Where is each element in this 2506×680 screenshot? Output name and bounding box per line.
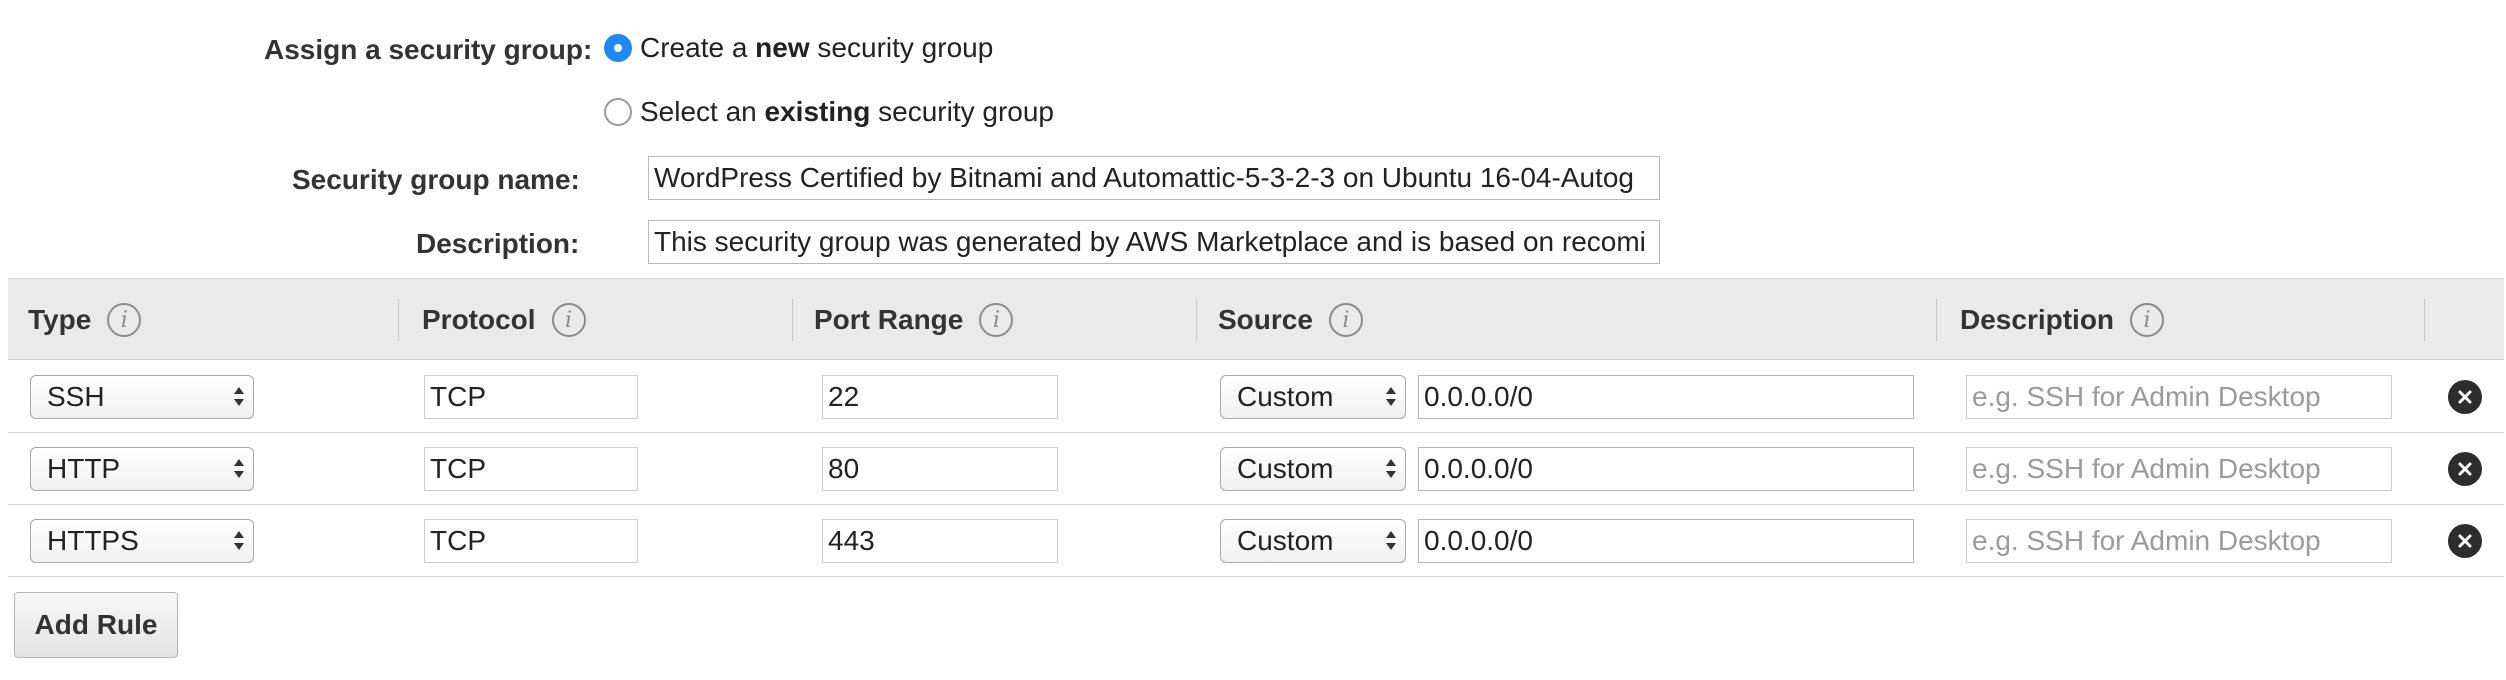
- header-description-label: Description: [1960, 304, 2115, 335]
- header-port-range-label: Port Range: [814, 304, 964, 335]
- header-divider: [792, 299, 793, 341]
- info-icon[interactable]: i: [979, 303, 1014, 337]
- security-group-name-label: Security group name:: [292, 164, 580, 195]
- source-select-value: Custom: [1237, 381, 1334, 412]
- info-icon[interactable]: i: [551, 303, 586, 337]
- info-icon[interactable]: i: [1328, 303, 1363, 337]
- header-type: Type i: [28, 279, 142, 361]
- radio-create-new-security-group[interactable]: Create a new security group: [604, 32, 993, 64]
- delete-rule-icon[interactable]: [2448, 452, 2482, 486]
- type-select-value: HTTP: [47, 453, 121, 484]
- type-select[interactable]: HTTPS: [30, 519, 254, 563]
- header-protocol-label: Protocol: [422, 304, 536, 335]
- port-range-input[interactable]: 22: [822, 375, 1058, 419]
- delete-rule-icon[interactable]: [2448, 380, 2482, 414]
- info-icon[interactable]: i: [107, 303, 142, 337]
- protocol-field: TCP: [424, 519, 638, 563]
- info-icon[interactable]: i: [2130, 303, 2165, 337]
- rules-table-header: Type i Protocol i Port Range i Source i …: [8, 278, 2504, 360]
- table-row: HTTPS TCP 443 Custom 0.0.0.0/0 e.g. SSH …: [8, 505, 2504, 577]
- header-divider: [398, 299, 399, 341]
- header-divider: [1936, 299, 1937, 341]
- assign-security-group-label: Assign a security group:: [264, 34, 593, 65]
- select-arrows-icon: [231, 448, 247, 490]
- header-source: Source i: [1218, 279, 1363, 361]
- source-select-value: Custom: [1237, 453, 1334, 484]
- select-arrows-icon: [231, 520, 247, 562]
- protocol-field: TCP: [424, 375, 638, 419]
- header-description: Description i: [1960, 279, 2165, 361]
- source-cidr-input[interactable]: 0.0.0.0/0: [1418, 519, 1914, 563]
- header-source-label: Source: [1218, 304, 1313, 335]
- radio-select-existing-security-group[interactable]: Select an existing security group: [604, 96, 1054, 128]
- radio-selected-icon[interactable]: [604, 34, 632, 62]
- rule-description-input[interactable]: e.g. SSH for Admin Desktop: [1966, 375, 2392, 419]
- select-arrows-icon: [1383, 448, 1399, 490]
- table-row: HTTP TCP 80 Custom 0.0.0.0/0 e.g. SSH fo…: [8, 433, 2504, 505]
- port-range-input[interactable]: 443: [822, 519, 1058, 563]
- source-select[interactable]: Custom: [1220, 375, 1406, 419]
- type-select-value: SSH: [47, 381, 105, 412]
- rule-description-input[interactable]: e.g. SSH for Admin Desktop: [1966, 447, 2392, 491]
- select-arrows-icon: [231, 376, 247, 418]
- source-select-value: Custom: [1237, 525, 1334, 556]
- delete-rule-icon[interactable]: [2448, 524, 2482, 558]
- table-row: SSH TCP 22 Custom 0.0.0.0/0 e.g. SSH for…: [8, 361, 2504, 433]
- radio-label: Create a new security group: [640, 32, 994, 63]
- source-select[interactable]: Custom: [1220, 447, 1406, 491]
- select-arrows-icon: [1383, 520, 1399, 562]
- security-group-description-input[interactable]: This security group was generated by AWS…: [648, 220, 1660, 264]
- protocol-field: TCP: [424, 447, 638, 491]
- port-range-input[interactable]: 80: [822, 447, 1058, 491]
- header-protocol: Protocol i: [422, 279, 586, 361]
- header-divider: [2424, 299, 2425, 341]
- radio-label: Select an existing security group: [640, 96, 1054, 127]
- header-divider: [1196, 299, 1197, 341]
- header-port-range: Port Range i: [814, 279, 1014, 361]
- header-type-label: Type: [28, 304, 92, 335]
- type-select[interactable]: SSH: [30, 375, 254, 419]
- source-select[interactable]: Custom: [1220, 519, 1406, 563]
- type-select-value: HTTPS: [47, 525, 139, 556]
- type-select[interactable]: HTTP: [30, 447, 254, 491]
- security-group-description-label: Description:: [416, 228, 580, 259]
- source-cidr-input[interactable]: 0.0.0.0/0: [1418, 375, 1914, 419]
- rule-description-input[interactable]: e.g. SSH for Admin Desktop: [1966, 519, 2392, 563]
- security-group-name-input[interactable]: WordPress Certified by Bitnami and Autom…: [648, 156, 1660, 200]
- source-cidr-input[interactable]: 0.0.0.0/0: [1418, 447, 1914, 491]
- add-rule-button[interactable]: Add Rule: [14, 592, 178, 658]
- select-arrows-icon: [1383, 376, 1399, 418]
- radio-unselected-icon[interactable]: [604, 98, 632, 126]
